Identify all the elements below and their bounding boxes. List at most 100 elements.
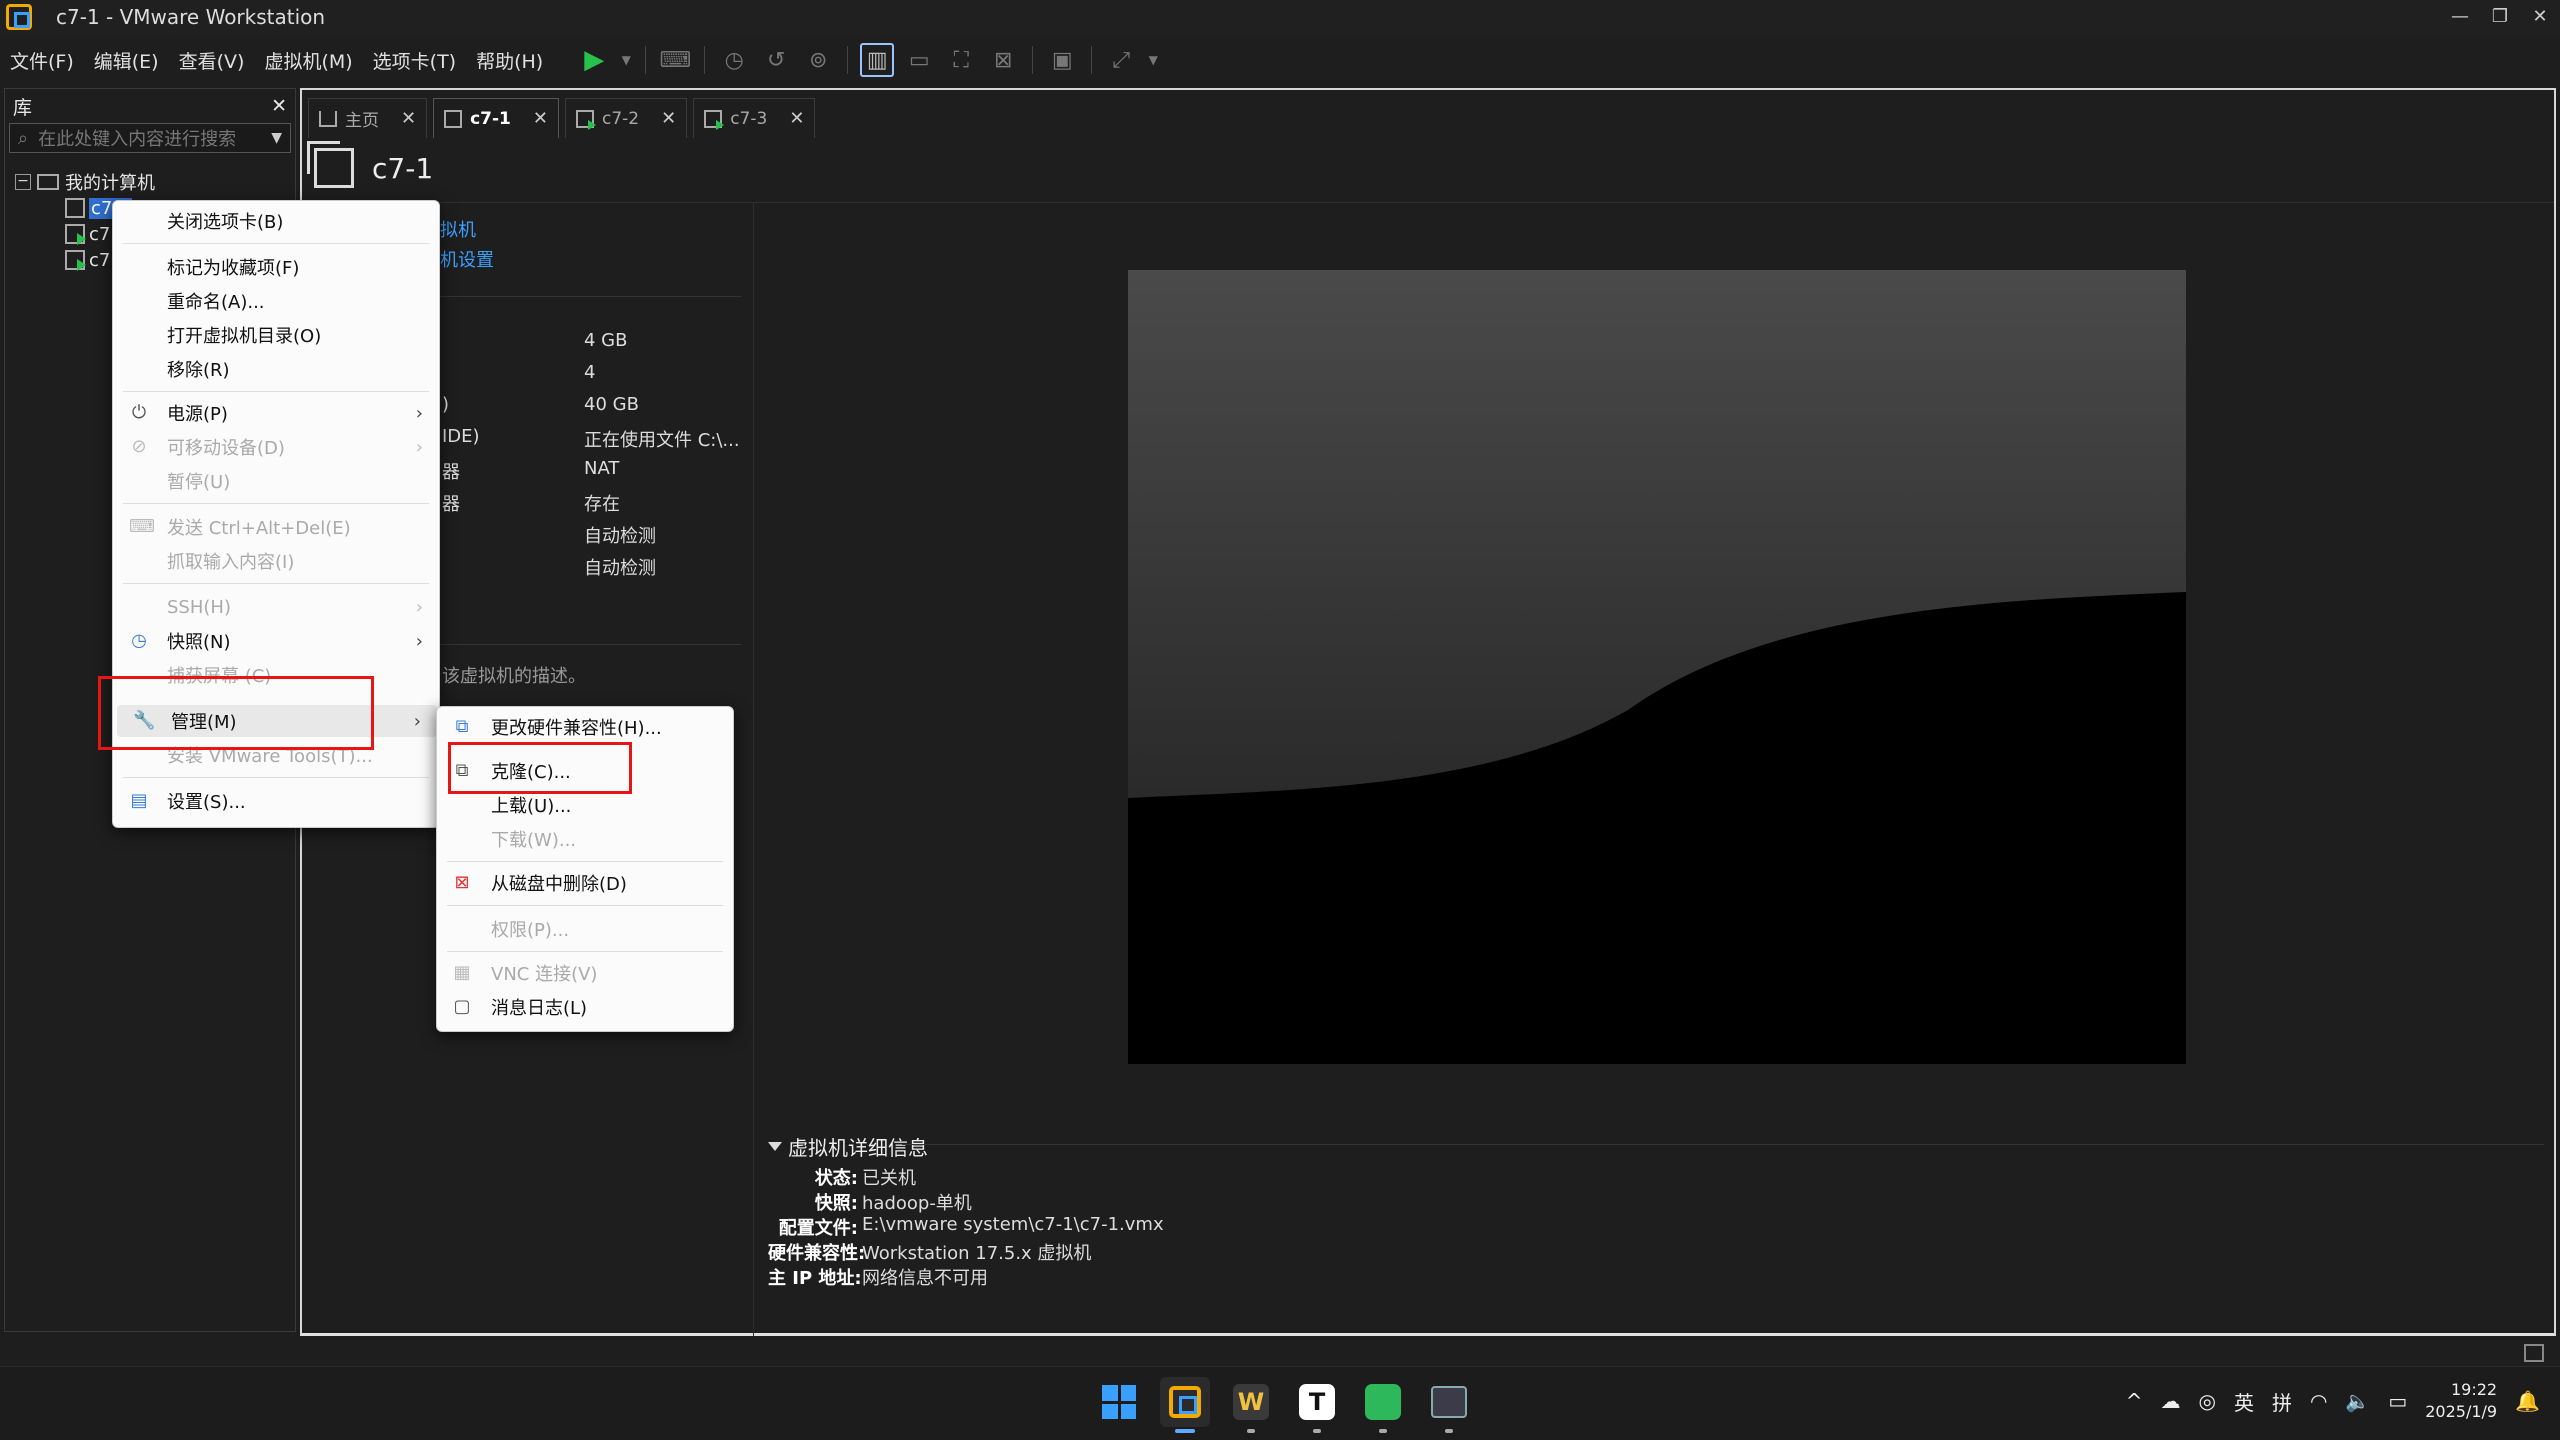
vpn-icon[interactable]: ◎	[2199, 1389, 2216, 1413]
menu-separator	[123, 243, 429, 244]
edit-settings-link[interactable]: 机设置	[440, 246, 494, 272]
wifi-icon[interactable]: ◠	[2310, 1389, 2327, 1413]
tab-c7-2[interactable]: c7-2 ✕	[564, 98, 688, 138]
power-dropdown-icon[interactable]: ▼	[619, 43, 633, 77]
close-tab-icon[interactable]: ✕	[401, 108, 416, 129]
power-icon: ⏻	[131, 402, 147, 423]
menu-tabs[interactable]: 选项卡(T)	[363, 47, 466, 74]
detail-ip: 主 IP 地址: 网络信息不可用	[768, 1268, 988, 1289]
onedrive-icon[interactable]: ☁	[2161, 1389, 2181, 1413]
snipping-tool-icon	[1431, 1386, 1467, 1418]
details-heading: 虚拟机详细信息	[788, 1136, 928, 1160]
library-close-icon[interactable]: ✕	[271, 95, 287, 117]
submenu-arrow-icon: ›	[415, 596, 423, 618]
menu-delete-from-disk[interactable]: ⊠ 从磁盘中删除(D)	[437, 867, 733, 899]
menu-message-log[interactable]: ▢ 消息日志(L)	[437, 991, 733, 1023]
divider	[902, 1144, 2544, 1145]
close-tab-icon[interactable]: ✕	[789, 108, 804, 129]
close-tab-icon[interactable]: ✕	[661, 108, 676, 129]
stretch-dropdown-icon[interactable]: ▼	[1146, 43, 1160, 77]
revert-snapshot-icon[interactable]: ↺	[759, 43, 793, 77]
close-window-button[interactable]: ✕	[2520, 6, 2560, 27]
tray-chevron-icon[interactable]: ^	[2126, 1389, 2143, 1413]
close-tab-icon[interactable]: ✕	[533, 108, 548, 129]
vm-running-icon	[575, 109, 596, 130]
menu-power[interactable]: ⏻ 电源(P) ›	[113, 397, 439, 429]
menu-edit[interactable]: 编辑(E)	[84, 47, 169, 74]
stretch-guest-icon[interactable]: ⤢	[1104, 43, 1138, 77]
taskbar-snipping[interactable]	[1424, 1377, 1474, 1433]
tree-root-label: 我的计算机	[65, 173, 155, 194]
search-placeholder: 在此处键入内容进行搜索	[38, 129, 237, 150]
clock-time: 19:22	[2450, 1380, 2498, 1399]
running-indicator	[1247, 1429, 1255, 1433]
menu-change-hw-compat[interactable]: ⧉ 更改硬件兼容性(H)...	[437, 711, 733, 743]
collapse-icon[interactable]: −	[15, 174, 31, 190]
taskbar-vmware[interactable]	[1160, 1377, 1210, 1433]
vm-details-header[interactable]: 虚拟机详细信息	[768, 1132, 928, 1161]
clock[interactable]: 19:22 2025/1/9	[2425, 1379, 2497, 1423]
tree-vm-label: c7	[89, 249, 111, 271]
show-thumbnail-bar-icon[interactable]: ▭	[902, 43, 936, 77]
message-log-icon[interactable]	[2524, 1344, 2544, 1362]
menu-separator	[447, 861, 723, 862]
computer-icon	[37, 174, 59, 190]
search-dropdown-icon[interactable]: ▼	[271, 130, 282, 146]
library-search-input[interactable]: ⌕ 在此处键入内容进行搜索 ▼	[9, 123, 291, 153]
menu-open-vm-dir[interactable]: 打开虚拟机目录(O)	[113, 319, 439, 351]
show-library-icon[interactable]: ▥	[860, 43, 895, 77]
menu-rename[interactable]: 重命名(A)...	[113, 285, 439, 317]
tab-home[interactable]: 主页 ✕	[308, 98, 428, 138]
detail-hw-compat: 硬件兼容性: Workstation 17.5.x 虚拟机	[768, 1243, 1092, 1264]
console-view-icon[interactable]: ▣	[1045, 43, 1079, 77]
log-icon: ▢	[453, 996, 471, 1017]
running-indicator	[1313, 1429, 1321, 1433]
menu-mark-favorite[interactable]: 标记为收藏项(F)	[113, 251, 439, 283]
taskbar-typora[interactable]: T	[1292, 1377, 1342, 1433]
ime-pinyin[interactable]: 拼	[2272, 1387, 2292, 1416]
menu-remove[interactable]: 移除(R)	[113, 353, 439, 385]
menu-separator	[123, 503, 429, 504]
taskbar-green-app[interactable]	[1358, 1377, 1408, 1433]
vnc-icon: ▦	[453, 962, 471, 983]
tab-c7-1[interactable]: c7-1 ✕	[433, 98, 559, 138]
taskbar-apps: W T	[1094, 1377, 1474, 1433]
snapshot-manager-icon[interactable]: ⊚	[801, 43, 835, 77]
menu-removable-devices: ⊘ 可移动设备(D) ›	[113, 431, 439, 463]
tab-label: c7-1	[470, 108, 511, 129]
menu-separator	[123, 391, 429, 392]
full-screen-icon[interactable]: ⛶	[944, 43, 978, 77]
power-on-link[interactable]: 拟机	[440, 216, 476, 242]
annotation-highlight-clone	[448, 742, 632, 794]
power-on-icon[interactable]: ▶	[577, 43, 611, 77]
minimize-button[interactable]: —	[2440, 6, 2480, 27]
menu-help[interactable]: 帮助(H)	[466, 47, 553, 74]
wps-icon: W	[1233, 1384, 1269, 1420]
menu-close-tab[interactable]: 关闭选项卡(B)	[113, 205, 439, 237]
submenu-arrow-icon: ›	[415, 402, 423, 424]
submenu-arrow-icon: ›	[415, 436, 423, 458]
keyboard-icon: ⌨	[129, 516, 155, 537]
taskbar-wps[interactable]: W	[1226, 1377, 1276, 1433]
menu-view[interactable]: 查看(V)	[169, 47, 255, 74]
send-ctrl-alt-del-icon[interactable]: ⌨	[658, 43, 692, 77]
start-button[interactable]	[1094, 1377, 1144, 1427]
vm-description[interactable]: 该虚拟机的描述。	[442, 662, 586, 688]
vm-preview-screen[interactable]	[1128, 270, 2186, 1064]
battery-icon[interactable]: ▭	[2388, 1389, 2407, 1413]
tab-c7-3[interactable]: c7-3 ✕	[693, 98, 816, 138]
menu-snapshot[interactable]: ◷ 快照(N) ›	[113, 625, 439, 657]
lang-en[interactable]: 英	[2234, 1387, 2254, 1416]
snapshot-icon[interactable]: ◷	[717, 43, 751, 77]
unity-icon[interactable]: ⊠	[986, 43, 1020, 77]
toolbar: ▶ ▼ ⌨ ◷ ↺ ⊚ ▥ ▭ ⛶ ⊠ ▣ ⤢ ▼	[573, 43, 1164, 77]
notification-icon[interactable]: 🔔	[2515, 1389, 2540, 1413]
restore-button[interactable]: ❐	[2480, 6, 2520, 27]
menu-file[interactable]: 文件(F)	[0, 47, 84, 74]
menu-settings[interactable]: ▤ 设置(S)...	[113, 785, 439, 817]
taskbar: W T ^ ☁ ◎ 英 拼 ◠ 🔈 ▭ 19:22 2025/1/9 🔔	[0, 1366, 2560, 1440]
volume-icon[interactable]: 🔈	[2345, 1389, 2370, 1413]
vmware-app-icon	[6, 3, 32, 30]
menu-vm[interactable]: 虚拟机(M)	[254, 47, 362, 74]
tree-root[interactable]: − 我的计算机	[5, 169, 295, 195]
